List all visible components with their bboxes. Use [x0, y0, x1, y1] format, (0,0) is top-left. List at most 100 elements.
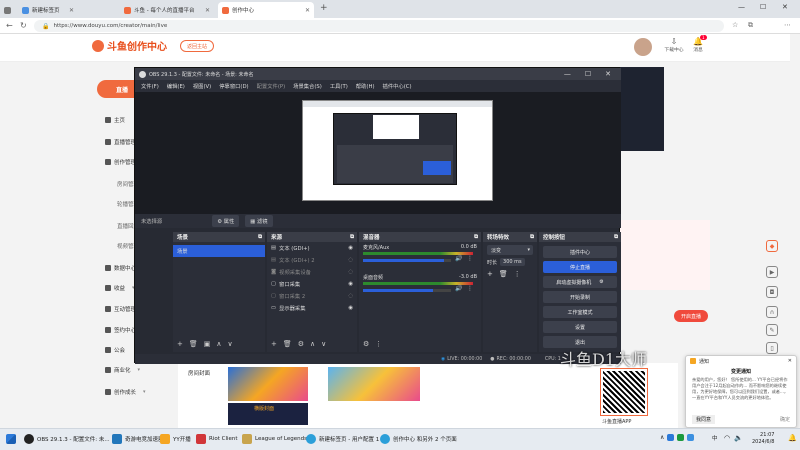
trash-icon[interactable]: 🗑	[283, 340, 292, 348]
agree-button[interactable]: 我同意	[692, 415, 716, 424]
back-icon[interactable]: ←	[6, 21, 13, 30]
stop-streaming-button[interactable]: 停止直播	[543, 261, 617, 273]
tab-douyu[interactable]: 斗鱼 - 每个人的直播平台 ✕	[120, 2, 214, 18]
tray-icons[interactable]: ∧	[660, 434, 695, 441]
download-center[interactable]: ⇩ 下载中心	[662, 37, 686, 53]
close-icon[interactable]: ✕	[305, 7, 310, 14]
sidebar-item-income[interactable]: 收益▾	[105, 284, 135, 292]
add-icon[interactable]: +	[177, 340, 183, 348]
taskbar-obs[interactable]: OBS 29.1.3 - 配置文件: 未...	[24, 434, 110, 444]
taskbar-lol[interactable]: League of Legends	[242, 434, 307, 444]
tab-new-tab[interactable]: 新建标签页 ✕	[18, 2, 78, 18]
favorites-icon[interactable]: ☆	[732, 21, 738, 29]
ime-indicator[interactable]: 中	[712, 434, 718, 442]
notification-bell-icon[interactable]: 🔔	[788, 434, 797, 442]
scene-item[interactable]: 场景	[173, 245, 265, 257]
gear-icon[interactable]: ⚙	[298, 340, 304, 348]
source-item[interactable]: ▤ 文本 (GDI+) 2 ◌	[267, 254, 357, 266]
return-main-site-button[interactable]: 返回主站	[180, 40, 214, 52]
message-center[interactable]: 🔔 消息 1	[688, 35, 708, 53]
more-icon[interactable]: ⋮	[467, 255, 473, 262]
close-icon[interactable]: ✕	[605, 70, 611, 78]
taskbar-accelerator[interactable]: 奇游电竞加速器	[112, 434, 164, 444]
more-icon[interactable]: ⋮	[467, 285, 473, 292]
open-live-button[interactable]: 开启直播	[674, 310, 708, 322]
start-button[interactable]	[6, 434, 16, 444]
filters-button[interactable]: ▦ 滤镜	[245, 215, 273, 227]
sidebar-item-guild[interactable]: 公会	[105, 346, 125, 354]
trash-icon[interactable]: 🗑	[499, 270, 508, 278]
clock[interactable]: 21:07 2024/6/8	[752, 432, 774, 446]
maximize-icon[interactable]: ☐	[760, 3, 766, 11]
obs-preview[interactable]	[135, 92, 621, 222]
gift-icon[interactable]: ◘	[766, 286, 778, 298]
new-tab-button[interactable]: +	[320, 3, 328, 13]
properties-button[interactable]: ⚙ 属性	[212, 215, 240, 227]
avatar[interactable]	[634, 38, 652, 56]
menu-edit[interactable]: 编辑(E)	[167, 82, 185, 90]
video-icon[interactable]: ▶	[766, 266, 778, 278]
tab-creator-center[interactable]: 创作中心 ✕	[218, 2, 314, 18]
plugin-center-button[interactable]: 插件中心	[543, 246, 617, 258]
duration-input[interactable]: 300 ms	[500, 258, 525, 266]
more-icon[interactable]: ⋮	[514, 270, 521, 278]
undock-icon[interactable]: ⧉	[614, 234, 618, 241]
headset-icon[interactable]: ∩	[766, 306, 778, 318]
menu-plugins[interactable]: 插件中心(C)	[383, 82, 412, 90]
horizontal-cover[interactable]: 横版封面	[228, 403, 308, 425]
source-item[interactable]: ▤ 文本 (GDI+) ◉	[267, 242, 357, 254]
undock-icon[interactable]: ⧉	[258, 234, 262, 241]
undock-icon[interactable]: ⧉	[530, 234, 534, 241]
sidebar-item-live-manage[interactable]: 直播管理	[105, 138, 136, 146]
sidebar-item-commercial[interactable]: 商业化 ▾	[105, 366, 140, 374]
gear-icon[interactable]: ⚙	[363, 340, 369, 348]
close-icon[interactable]: ✕	[788, 358, 792, 364]
more-icon[interactable]: ⋮	[375, 340, 382, 348]
cover-image[interactable]	[228, 367, 308, 401]
transition-select[interactable]: 淡变 ▾	[487, 245, 533, 255]
speaker-icon[interactable]: 🔈	[734, 434, 743, 442]
start-virtual-camera-button[interactable]: 启动虚拟摄像机 ⚙	[543, 276, 617, 288]
menu-profile[interactable]: 配置文件(P)	[257, 82, 286, 90]
reload-icon[interactable]: ↻	[20, 21, 27, 30]
wifi-icon[interactable]: ◠	[724, 434, 730, 442]
speaker-icon[interactable]: 🔊	[455, 255, 462, 262]
chevron-up-icon[interactable]: ∧	[310, 340, 315, 348]
volume-slider[interactable]	[363, 289, 451, 292]
settings-button[interactable]: 设置	[543, 321, 617, 333]
menu-file[interactable]: 文件(F)	[141, 82, 159, 90]
sidebar-item-home[interactable]: 主页	[105, 116, 125, 124]
more-icon[interactable]: ⋯	[784, 21, 791, 29]
taskbar-yy[interactable]: YY开播	[160, 434, 191, 444]
douyu-logo[interactable]: 斗鱼创作中心	[92, 38, 167, 53]
taskbar-edge-1[interactable]: 新建标签页 - 用户配置 1	[306, 434, 379, 444]
chevron-down-icon[interactable]: ∨	[228, 340, 233, 348]
sidebar-item-creation[interactable]: 创作管理	[105, 158, 136, 166]
source-item[interactable]: ◙ 视频采集设备 ◌	[267, 266, 357, 278]
taskbar-edge-2[interactable]: 创作中心 和另外 2 个页面	[380, 434, 457, 444]
close-window-icon[interactable]: ✕	[782, 3, 788, 11]
source-item[interactable]: ▭ 显示器采集 ◉	[267, 302, 357, 314]
filter-icon[interactable]: ▣	[204, 340, 211, 348]
add-icon[interactable]: +	[271, 340, 277, 348]
chevron-down-icon[interactable]: ∨	[321, 340, 326, 348]
sidebar-item-growth[interactable]: 创作成长 ▾	[105, 388, 146, 396]
minimize-icon[interactable]: —	[738, 3, 745, 11]
url-input[interactable]: 🔒 https://www.douyu.com/creator/main/liv…	[34, 20, 724, 32]
source-item[interactable]: ▢ 窗口采集 2 ◌	[267, 290, 357, 302]
chevron-up-icon[interactable]: ∧	[216, 340, 221, 348]
close-icon[interactable]: ✕	[205, 7, 210, 14]
feedback-icon[interactable]: ✎	[766, 324, 778, 336]
menu-help[interactable]: 帮助(H)	[356, 82, 375, 90]
promo-icon[interactable]: ◆	[766, 240, 778, 252]
minimize-icon[interactable]: —	[564, 70, 571, 78]
cover-image-2[interactable]	[328, 367, 420, 401]
taskbar-riot[interactable]: Riot Client	[196, 434, 238, 444]
menu-scene-collection[interactable]: 场景集合(S)	[293, 82, 322, 90]
start-recording-button[interactable]: 开始录制	[543, 291, 617, 303]
undock-icon[interactable]: ⧉	[474, 234, 478, 241]
close-icon[interactable]: ✕	[69, 7, 74, 14]
undock-icon[interactable]: ⧉	[350, 234, 354, 241]
mobile-icon[interactable]: ▯	[766, 342, 778, 354]
menu-tools[interactable]: 工具(T)	[330, 82, 348, 90]
